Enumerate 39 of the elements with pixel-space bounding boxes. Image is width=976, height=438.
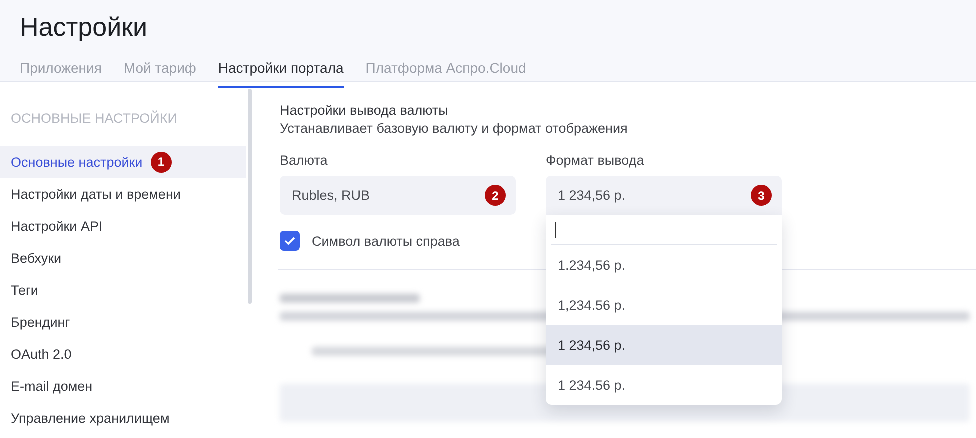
sidebar-item[interactable]: Управление хранилищем [0, 402, 246, 434]
sidebar-item[interactable]: E-mail домен [0, 370, 246, 402]
currency-select[interactable]: Rubles, RUB 2 [280, 176, 516, 215]
sidebar-item[interactable]: Настройки даты и времени [0, 178, 246, 210]
number-badge: 3 [751, 185, 772, 206]
sidebar-item-label: Вебхуки [11, 250, 62, 266]
format-select[interactable]: 1 234,56 р. 3 [546, 176, 782, 215]
sidebar-item-label: Основные настройки [11, 154, 143, 170]
sidebar-item[interactable]: Вебхуки [0, 242, 246, 274]
sidebar-item[interactable]: Основные настройки 1 [0, 146, 246, 178]
sidebar-item[interactable]: Брендинг [0, 306, 246, 338]
sidebar-item[interactable]: Настройки API [0, 210, 246, 242]
field-label: Формат вывода [546, 152, 646, 170]
dropdown-option[interactable]: 1 234,56 р. [546, 325, 782, 365]
scrollbar[interactable] [248, 89, 252, 304]
check-icon [284, 236, 296, 246]
tab[interactable]: Настройки портала [218, 54, 344, 88]
dropdown-option[interactable]: 1,234.56 р. [546, 285, 782, 325]
sidebar-item-label: Брендинг [11, 314, 70, 330]
text-cursor-icon [555, 222, 556, 238]
sidebar-item-label: Настройки даты и времени [11, 186, 181, 202]
sidebar-item-label: Настройки API [11, 218, 103, 234]
section-description: Устанавливает базовую валюту и формат отображения [280, 120, 629, 138]
sidebar-item-label: Управление хранилищем [11, 410, 170, 426]
sidebar-item-label: Теги [11, 282, 38, 298]
sidebar-item-label: OAuth 2.0 [11, 346, 72, 362]
dropdown-option[interactable]: 1 234.56 р. [546, 365, 782, 405]
sidebar-item[interactable]: Теги [0, 274, 246, 306]
number-badge: 1 [150, 152, 172, 172]
number-badge: 2 [485, 185, 506, 206]
field-label: Валюта [280, 152, 329, 170]
checkbox-label: Символ валюты справа [312, 234, 460, 248]
checkbox[interactable] [280, 231, 300, 251]
sidebar-heading: ОСНОВНЫЕ НАСТРОЙКИ [10, 110, 178, 128]
sidebar-item-label: E-mail домен [11, 378, 93, 394]
page-title: Настройки [20, 11, 148, 44]
dropdown-option[interactable]: 1.234,56 р. [546, 245, 782, 285]
section-title: Настройки вывода валюты [280, 102, 450, 120]
sidebar-item[interactable]: OAuth 2.0 [0, 338, 246, 370]
